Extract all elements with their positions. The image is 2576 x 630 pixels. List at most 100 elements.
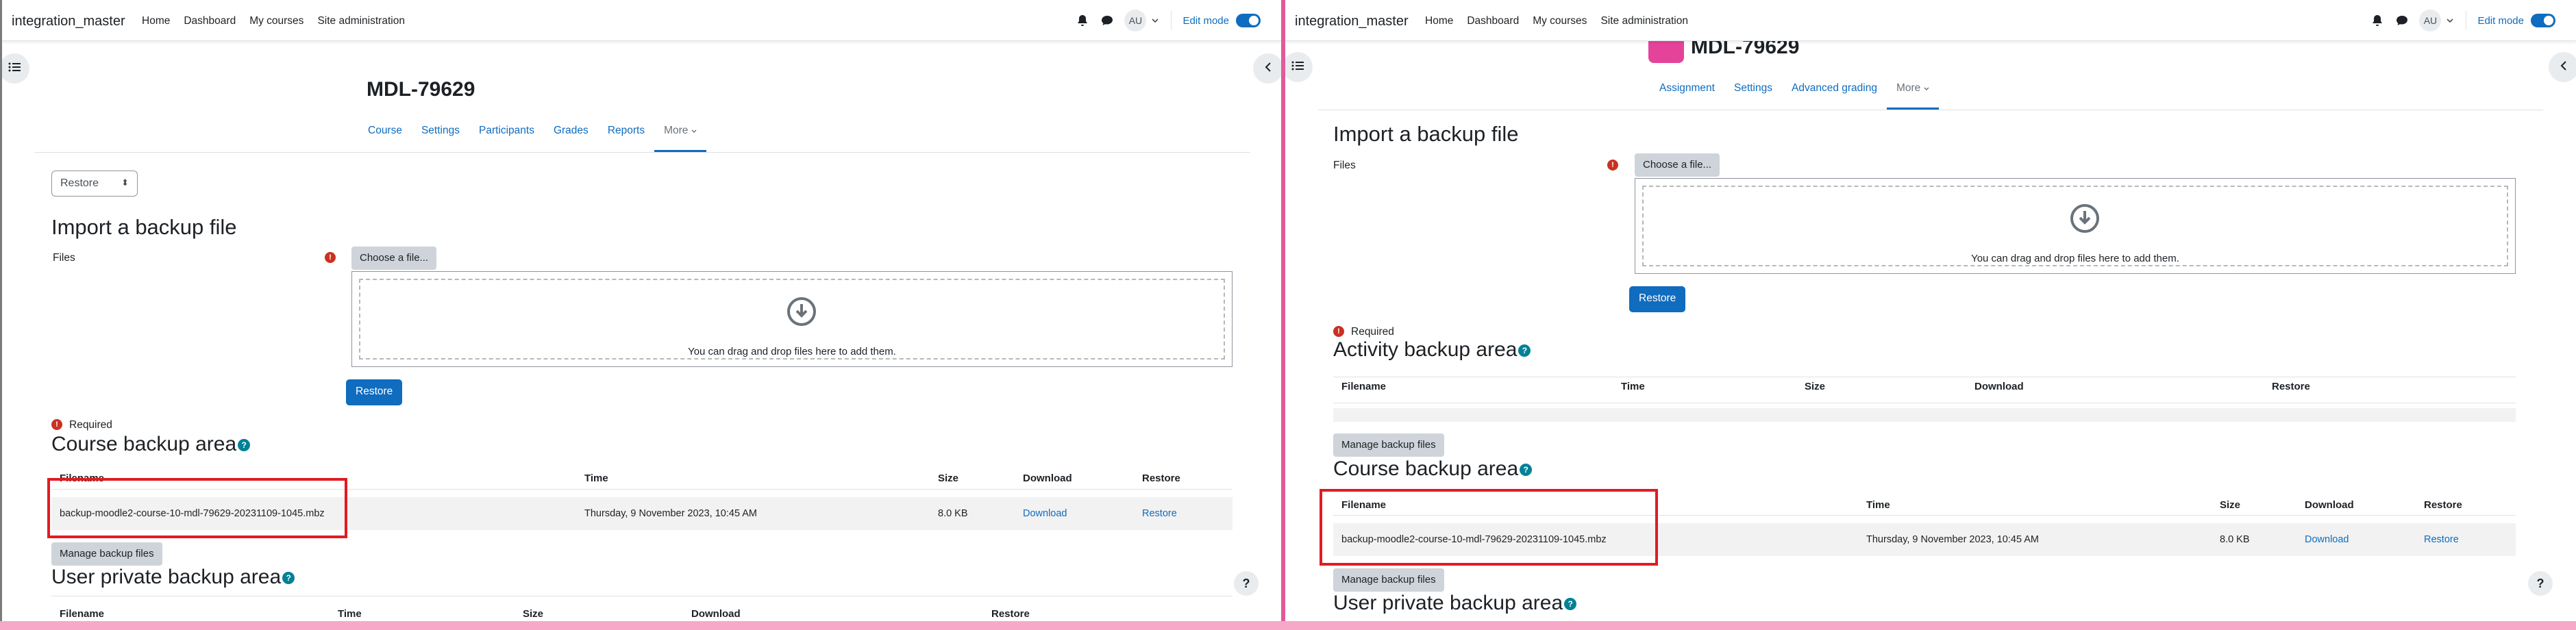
highlight-box [47, 478, 347, 538]
restore-button[interactable]: Restore [1629, 286, 1686, 312]
col-size: Size [1805, 381, 1826, 392]
dropzone-text: You can drag and drop files here to add … [1971, 253, 2179, 264]
restore-link[interactable]: Restore [2424, 534, 2459, 545]
help-icon[interactable]: ? [238, 439, 251, 452]
tab-more[interactable]: More [654, 125, 706, 152]
col-restore: Restore [2424, 499, 2462, 511]
chevron-left-icon [2560, 60, 2567, 74]
avatar[interactable]: AU [1124, 10, 1147, 32]
nav-my-courses[interactable]: My courses [1533, 15, 1587, 27]
nav-my-courses[interactable]: My courses [249, 15, 304, 27]
chat-icon[interactable] [1100, 13, 1115, 28]
tab-assignment[interactable]: Assignment [1650, 82, 1724, 110]
backup-time: Thursday, 9 November 2023, 10:45 AM [1866, 534, 2040, 545]
course-backup-heading: Course backup area? [1333, 457, 1533, 481]
avatar[interactable]: AU [2419, 10, 2442, 32]
download-link[interactable]: Download [1023, 508, 1067, 519]
files-label: Files [1333, 160, 1356, 171]
site-brand[interactable]: integration_master [12, 14, 125, 29]
user-private-backup-heading-text: User private backup area [1333, 592, 1563, 614]
help-button[interactable]: ? [1234, 571, 1259, 596]
bottom-strip [0, 621, 2576, 630]
tab-participants[interactable]: Participants [469, 125, 544, 152]
col-restore: Restore [991, 608, 1030, 620]
col-filename: Filename [60, 608, 105, 620]
download-arrow-icon [787, 297, 817, 330]
user-private-backup-heading-text: User private backup area [51, 566, 282, 588]
help-icon[interactable]: ? [282, 572, 295, 585]
help-icon[interactable]: ? [1518, 344, 1531, 357]
nav-site-administration[interactable]: Site administration [1600, 15, 1688, 27]
open-course-index-button[interactable] [2, 53, 29, 84]
chat-icon[interactable] [2394, 13, 2410, 28]
navbar: integration_master Home Dashboard My cou… [1285, 0, 2576, 41]
navbar: integration_master Home Dashboard My cou… [2, 0, 1281, 41]
help-button[interactable]: ? [2528, 571, 2553, 596]
backup-action-select[interactable]: Restore [51, 171, 138, 197]
right-pane: MDL-79629 integration_master Home Dashbo… [1285, 0, 2576, 621]
col-restore: Restore [1142, 473, 1180, 484]
bell-icon[interactable] [1075, 13, 1090, 28]
open-block-drawer-button[interactable] [2549, 52, 2576, 82]
tab-reports[interactable]: Reports [598, 125, 654, 152]
choose-file-button[interactable]: Choose a file... [351, 247, 437, 270]
file-dropzone[interactable]: You can drag and drop files here to add … [351, 271, 1233, 367]
backup-size: 8.0 KB [938, 508, 968, 519]
page-title: MDL-79629 [367, 78, 475, 101]
tab-settings[interactable]: Settings [412, 125, 469, 152]
tab-grades[interactable]: Grades [544, 125, 598, 152]
chevron-down-icon[interactable] [2447, 18, 2454, 23]
col-time: Time [338, 608, 362, 620]
required-icon: ! [1333, 326, 1344, 337]
list-icon [1291, 61, 1304, 74]
tabs-divider [35, 152, 1250, 153]
edit-mode-toggle[interactable] [2531, 14, 2555, 27]
secondary-navigation: Course Settings Participants Grades Repo… [358, 125, 706, 152]
navbar-divider [1171, 11, 1172, 30]
col-size: Size [938, 473, 959, 484]
tab-course[interactable]: Course [358, 125, 412, 152]
open-course-index-button[interactable] [1285, 52, 1313, 82]
manage-backup-files-button[interactable]: Manage backup files [1333, 568, 1444, 592]
activity-backup-heading-text: Activity backup area [1333, 338, 1518, 361]
download-link[interactable]: Download [2305, 534, 2349, 545]
required-icon: ! [1607, 160, 1618, 171]
help-icon[interactable]: ? [1520, 464, 1533, 477]
import-heading: Import a backup file [1333, 122, 1519, 146]
backup-size: 8.0 KB [2220, 534, 2250, 545]
help-icon[interactable]: ? [1564, 598, 1577, 611]
files-label: Files [53, 252, 75, 264]
choose-file-button[interactable]: Choose a file... [1635, 153, 1720, 177]
manage-backup-files-button[interactable]: Manage backup files [1333, 433, 1444, 457]
backup-time: Thursday, 9 November 2023, 10:45 AM [584, 508, 758, 519]
user-private-backup-heading: User private backup area? [51, 566, 295, 589]
required-icon: ! [51, 419, 62, 430]
nav-dashboard[interactable]: Dashboard [184, 15, 236, 27]
bell-icon[interactable] [2370, 13, 2385, 28]
nav-site-administration[interactable]: Site administration [317, 15, 405, 27]
manage-backup-files-button[interactable]: Manage backup files [51, 542, 162, 566]
primary-navigation: Home Dashboard My courses Site administr… [142, 15, 405, 27]
file-dropzone[interactable]: You can drag and drop files here to add … [1635, 178, 2516, 274]
nav-home[interactable]: Home [1425, 15, 1453, 27]
col-filename: Filename [1341, 381, 1387, 392]
tab-settings[interactable]: Settings [1724, 82, 1782, 110]
chevron-down-icon [1924, 87, 1929, 90]
open-block-drawer-button[interactable] [1253, 53, 1281, 84]
tab-more[interactable]: More [1886, 82, 1939, 110]
tab-advanced-grading[interactable]: Advanced grading [1782, 82, 1887, 110]
restore-button[interactable]: Restore [346, 379, 403, 405]
col-time: Time [1866, 499, 1890, 511]
site-brand[interactable]: integration_master [1295, 14, 1409, 29]
col-download: Download [691, 608, 741, 620]
dropzone-dashed-area: You can drag and drop files here to add … [1642, 186, 2508, 266]
download-arrow-icon [2070, 203, 2100, 237]
course-backup-heading-text: Course backup area [1333, 457, 1519, 480]
nav-home[interactable]: Home [142, 15, 170, 27]
chevron-down-icon[interactable] [1152, 18, 1159, 23]
col-time: Time [584, 473, 608, 484]
restore-link[interactable]: Restore [1142, 508, 1177, 519]
course-backup-heading-text: Course backup area [51, 433, 237, 455]
nav-dashboard[interactable]: Dashboard [1467, 15, 1519, 27]
edit-mode-toggle[interactable] [1236, 14, 1261, 27]
